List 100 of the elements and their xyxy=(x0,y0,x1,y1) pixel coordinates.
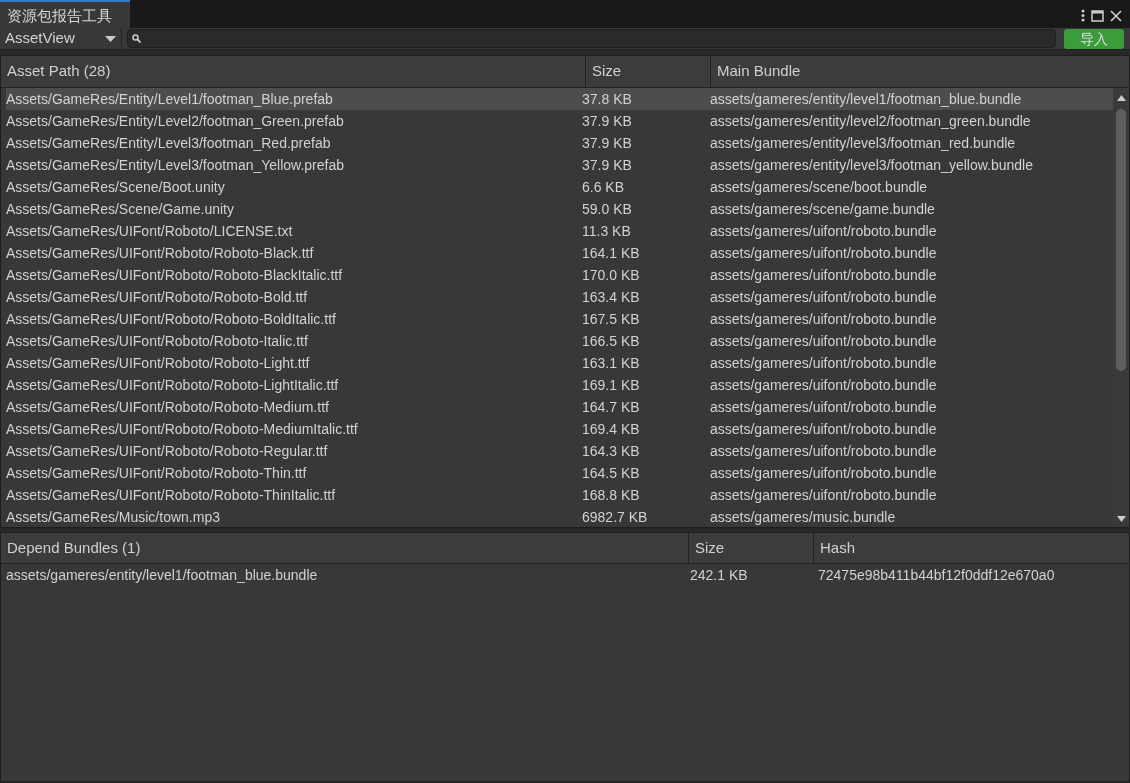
table-cell-text: Assets/GameRes/UIFont/Roboto/Roboto-BoldItalic.ttf xyxy=(6,309,337,329)
table-cell-text: Assets/GameRes/Entity/Level1/footman_Blue.prefab xyxy=(6,89,334,109)
table-row[interactable]: assets/gameres/entity/level1/footman_blue.bundle 242.1 KB 72475e98b411b44bf12f0ddf12e670a0 xyxy=(6,564,1129,586)
table-cell-text: Assets/GameRes/Music/town.mp3 xyxy=(6,507,221,527)
table-cell-text: Assets/GameRes/UIFont/Roboto/Roboto-LightItalic.ttf xyxy=(6,375,340,395)
column-header[interactable]: Main Bundle xyxy=(711,56,1129,87)
table-cell-text: Assets/GameRes/UIFont/Roboto/Roboto-Medium.ttf xyxy=(6,397,330,417)
table-cell-text: assets/gameres/uifont/roboto.bundle xyxy=(710,375,938,395)
table-row[interactable]: Assets/GameRes/Entity/Level2/footman_Green.prefab 37.9 KB assets/gameres/entity/level2/footman_green.bundle xyxy=(6,110,1113,132)
table-row[interactable]: Assets/GameRes/UIFont/Roboto/Roboto-BlackItalic.ttf 170.0 KB assets/gameres/uifont/roboto.bundle xyxy=(6,264,1113,286)
table-cell-text: 164.1 KB xyxy=(582,243,641,263)
table-row[interactable]: Assets/GameRes/UIFont/Roboto/Roboto-Black.ttf 164.1 KB assets/gameres/uifont/roboto.bundle xyxy=(6,242,1113,264)
table-cell-text: Assets/GameRes/Entity/Level2/footman_Green.prefab xyxy=(6,111,345,131)
table-row[interactable]: Assets/GameRes/UIFont/Roboto/Roboto-ThinItalic.ttf 168.8 KB assets/gameres/uifont/roboto.bundle xyxy=(6,484,1113,506)
view-dropdown[interactable]: AssetView xyxy=(0,27,122,50)
table-cell-text: assets/gameres/entity/level3/footman_yellow.bundle xyxy=(710,155,1034,175)
table-cell-text: assets/gameres/scene/boot.bundle xyxy=(710,177,929,197)
table-cell-text: 37.8 KB xyxy=(582,89,633,109)
column-header[interactable]: Hash xyxy=(814,533,1129,563)
table-cell-text: Assets/GameRes/UIFont/Roboto/LICENSE.txt xyxy=(6,221,294,241)
table-row[interactable]: Assets/GameRes/UIFont/Roboto/Roboto-Italic.ttf 166.5 KB assets/gameres/uifont/roboto.bundle xyxy=(6,330,1113,352)
table-cell-text: 11.3 KB xyxy=(582,221,632,241)
scroll-down-icon[interactable] xyxy=(1116,516,1126,522)
table-row[interactable]: Assets/GameRes/UIFont/Roboto/Roboto-Light.ttf 163.1 KB assets/gameres/uifont/roboto.bundle xyxy=(6,352,1113,374)
search-field[interactable] xyxy=(127,29,1056,48)
table-cell-text: Assets/GameRes/Scene/Game.unity xyxy=(6,199,235,219)
table-cell-text: 169.1 KB xyxy=(582,375,641,395)
table-cell-text: Assets/GameRes/UIFont/Roboto/Roboto-Bold.ttf xyxy=(6,287,309,307)
table-cell-text: Assets/GameRes/UIFont/Roboto/Roboto-BlackItalic.ttf xyxy=(6,265,344,285)
table-cell-text: assets/gameres/uifont/roboto.bundle xyxy=(710,353,938,373)
table-row[interactable]: Assets/GameRes/Entity/Level3/footman_Red.prefab 37.9 KB assets/gameres/entity/level3/footman_red.bundle xyxy=(6,132,1113,154)
table-cell-text: 166.5 KB xyxy=(582,331,641,351)
table-row[interactable]: Assets/GameRes/UIFont/Roboto/Roboto-MediumItalic.ttf 169.4 KB assets/gameres/uifont/roboto.bundle xyxy=(6,418,1113,440)
search-icon xyxy=(132,34,141,43)
table-cell-text: Assets/GameRes/UIFont/Roboto/Roboto-ThinItalic.ttf xyxy=(6,485,337,505)
table-cell-text: assets/gameres/uifont/roboto.bundle xyxy=(710,331,938,351)
table-row[interactable]: Assets/GameRes/Entity/Level3/footman_Yellow.prefab 37.9 KB assets/gameres/entity/level3/footman_yellow.bundle xyxy=(6,154,1113,176)
scrollbar-thumb[interactable] xyxy=(1116,109,1126,371)
table-cell-text: assets/gameres/uifont/roboto.bundle xyxy=(710,221,938,241)
table-cell-text: assets/gameres/entity/level1/footman_blue.bundle xyxy=(710,89,1023,109)
table-cell-text: Assets/GameRes/UIFont/Roboto/Roboto-Regular.ttf xyxy=(6,441,329,461)
table-cell-text: 170.0 KB xyxy=(582,265,641,285)
table-cell-text: assets/gameres/uifont/roboto.bundle xyxy=(710,485,938,505)
column-header[interactable]: Size xyxy=(689,533,814,563)
table-cell-text: assets/gameres/music.bundle xyxy=(710,507,897,527)
more-options-icon[interactable] xyxy=(1081,9,1085,22)
close-icon[interactable] xyxy=(1110,9,1122,22)
table-cell-text: Assets/GameRes/UIFont/Roboto/Roboto-Italic.ttf xyxy=(6,331,309,351)
table-cell-text: 6982.7 KB xyxy=(582,507,649,527)
table-cell-text: assets/gameres/uifont/roboto.bundle xyxy=(710,463,938,483)
table-cell-text: assets/gameres/uifont/roboto.bundle xyxy=(710,243,938,263)
table-cell-text: 164.5 KB xyxy=(582,463,641,483)
table-cell-text: 37.9 KB xyxy=(582,155,633,175)
window-tab[interactable]: 资源包报告工具 xyxy=(0,0,130,28)
table-cell-text: assets/gameres/entity/level3/footman_red.bundle xyxy=(710,133,1017,153)
table-cell-text: Assets/GameRes/UIFont/Roboto/Roboto-Black.ttf xyxy=(6,243,315,263)
table-cell-text: assets/gameres/uifont/roboto.bundle xyxy=(710,441,938,461)
table-row[interactable]: Assets/GameRes/Music/town.mp3 6982.7 KB assets/gameres/music.bundle xyxy=(6,506,1113,527)
table-row[interactable]: Assets/GameRes/Scene/Boot.unity 6.6 KB assets/gameres/scene/boot.bundle xyxy=(6,176,1113,198)
maximize-icon[interactable] xyxy=(1091,9,1104,22)
caret-icon xyxy=(105,35,116,42)
table-cell-text: 37.9 KB xyxy=(582,133,633,153)
scroll-up-icon[interactable] xyxy=(1116,95,1126,101)
table-cell-text: 163.4 KB xyxy=(582,287,641,307)
table-row[interactable]: Assets/GameRes/UIFont/Roboto/Roboto-LightItalic.ttf 169.1 KB assets/gameres/uifont/roboto.bundle xyxy=(6,374,1113,396)
table-cell-text: Assets/GameRes/Entity/Level3/footman_Red.prefab xyxy=(6,133,332,153)
table-cell-text: assets/gameres/scene/game.bundle xyxy=(710,199,936,219)
table-cell-text: assets/gameres/entity/level1/footman_blue.bundle xyxy=(6,565,319,585)
table-cell-text: 59.0 KB xyxy=(582,199,633,219)
column-header[interactable]: Asset Path (28) xyxy=(1,56,586,87)
column-header[interactable]: Size xyxy=(586,56,711,87)
column-header[interactable]: Depend Bundles (1) xyxy=(1,533,689,563)
table-cell-text: assets/gameres/uifont/roboto.bundle xyxy=(710,309,938,329)
table-cell-text: 163.1 KB xyxy=(582,353,641,373)
table-cell-text: 167.5 KB xyxy=(582,309,641,329)
table-row[interactable]: Assets/GameRes/UIFont/Roboto/Roboto-BoldItalic.ttf 167.5 KB assets/gameres/uifont/roboto.bundle xyxy=(6,308,1113,330)
table-row[interactable]: Assets/GameRes/UIFont/Roboto/LICENSE.txt 11.3 KB assets/gameres/uifont/roboto.bundle xyxy=(6,220,1113,242)
table-row[interactable]: Assets/GameRes/Entity/Level1/footman_Blue.prefab 37.8 KB assets/gameres/entity/level1/footman_blue.bundle xyxy=(6,88,1113,110)
table-cell-text: 169.4 KB xyxy=(582,419,641,439)
table-cell-text: Assets/GameRes/Entity/Level3/footman_Yellow.prefab xyxy=(6,155,345,175)
table-cell-text: assets/gameres/uifont/roboto.bundle xyxy=(710,287,938,307)
table-cell-text: 164.7 KB xyxy=(582,397,641,417)
table-row[interactable]: Assets/GameRes/UIFont/Roboto/Roboto-Regular.ttf 164.3 KB assets/gameres/uifont/roboto.bundle xyxy=(6,440,1113,462)
table-cell-text: assets/gameres/uifont/roboto.bundle xyxy=(710,265,938,285)
table-cell-text: Assets/GameRes/UIFont/Roboto/Roboto-MediumItalic.ttf xyxy=(6,419,359,439)
table-cell-text: Assets/GameRes/UIFont/Roboto/Roboto-Thin.ttf xyxy=(6,463,308,483)
table-cell-text: 72475e98b411b44bf12f0ddf12e670a0 xyxy=(818,565,1056,585)
table-row[interactable]: Assets/GameRes/UIFont/Roboto/Roboto-Thin.ttf 164.5 KB assets/gameres/uifont/roboto.bundle xyxy=(6,462,1113,484)
table-row[interactable]: Assets/GameRes/UIFont/Roboto/Roboto-Bold.ttf 163.4 KB assets/gameres/uifont/roboto.bundle xyxy=(6,286,1113,308)
table-row[interactable]: Assets/GameRes/Scene/Game.unity 59.0 KB assets/gameres/scene/game.bundle xyxy=(6,198,1113,220)
table-cell-text: assets/gameres/entity/level2/footman_green.bundle xyxy=(710,111,1032,131)
table-cell-text: 242.1 KB xyxy=(690,565,749,585)
table-row[interactable]: Assets/GameRes/UIFont/Roboto/Roboto-Medium.ttf 164.7 KB assets/gameres/uifont/roboto.bundle xyxy=(6,396,1113,418)
table-cell-text: 164.3 KB xyxy=(582,441,641,461)
table-cell-text: Assets/GameRes/Scene/Boot.unity xyxy=(6,177,226,197)
table-cell-text: assets/gameres/uifont/roboto.bundle xyxy=(710,397,938,417)
table-cell-text: assets/gameres/uifont/roboto.bundle xyxy=(710,419,938,439)
table-cell-text: Assets/GameRes/UIFont/Roboto/Roboto-Light.ttf xyxy=(6,353,311,373)
table-cell-text: 168.8 KB xyxy=(582,485,641,505)
table-cell-text: 37.9 KB xyxy=(582,111,633,131)
